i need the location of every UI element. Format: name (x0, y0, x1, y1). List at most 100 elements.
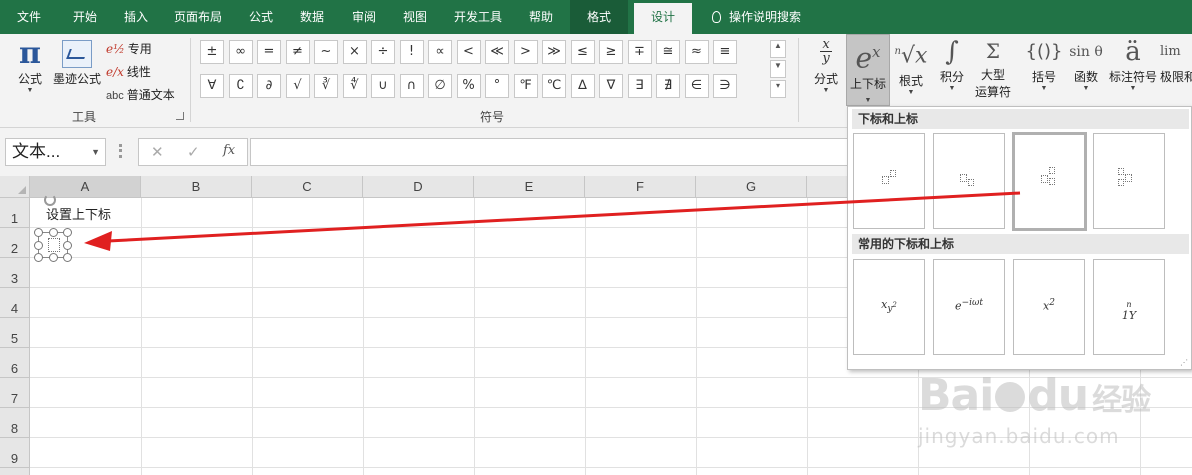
resize-handle[interactable] (49, 228, 58, 237)
formula-input[interactable] (250, 138, 850, 166)
symbol-button[interactable]: ∅ (428, 74, 452, 98)
common-script-3[interactable]: x2 (1013, 259, 1085, 355)
symbol-button[interactable]: ∜ (342, 74, 367, 98)
symbol-button[interactable]: ± (200, 40, 224, 64)
symbol-button[interactable]: × (342, 40, 367, 64)
column-header[interactable]: C (252, 176, 363, 198)
symbol-button[interactable]: ∋ (713, 74, 737, 98)
symbol-button[interactable]: ≥ (599, 40, 623, 64)
dialog-launcher-icon[interactable] (176, 112, 184, 120)
row-header[interactable]: 2 (0, 228, 30, 258)
symbol-button[interactable]: ∄ (656, 74, 680, 98)
column-header[interactable]: F (585, 176, 696, 198)
large-operator-button[interactable]: Σ 大型 运算符 (972, 36, 1014, 100)
resize-handle[interactable] (34, 253, 43, 262)
symbol-button[interactable]: ≫ (542, 40, 566, 64)
symbol-button[interactable]: ° (485, 74, 509, 98)
symbol-button[interactable]: ∂ (257, 74, 281, 98)
equation-button[interactable]: π 公式 ▼ (10, 38, 50, 95)
linear-button[interactable]: e/x 线性 (106, 63, 151, 81)
tab-help[interactable]: 帮助 (516, 0, 566, 34)
resize-handle[interactable] (34, 241, 43, 250)
column-header[interactable]: G (696, 176, 807, 198)
symbol-button[interactable]: ∁ (228, 74, 253, 98)
symbol-button[interactable]: ∈ (684, 74, 709, 98)
tab-file[interactable]: 文件 (0, 0, 58, 34)
accent-button[interactable]: ä 标注符号 ▼ (1108, 36, 1158, 93)
resize-handle[interactable] (34, 228, 43, 237)
common-script-4[interactable]: n 1Y (1093, 259, 1165, 355)
tab-insert[interactable]: 插入 (112, 0, 160, 34)
symbol-button[interactable]: ∆ (570, 74, 595, 98)
superscript-template[interactable] (853, 133, 925, 229)
tab-format[interactable]: 格式 (570, 0, 628, 34)
row-header[interactable]: 3 (0, 258, 30, 288)
row-header[interactable]: 5 (0, 318, 30, 348)
professional-button[interactable]: e½ 专用 (106, 40, 152, 58)
tab-review[interactable]: 审阅 (338, 0, 390, 34)
column-header[interactable]: E (474, 176, 585, 198)
scroll-down-icon[interactable]: ▼ (770, 60, 786, 78)
ink-equation-button[interactable]: 墨迹公式 (52, 38, 102, 87)
rotate-handle-icon[interactable] (44, 194, 56, 206)
tab-view[interactable]: 视图 (390, 0, 440, 34)
fraction-button[interactable]: xy 分式 ▼ (808, 36, 844, 95)
symbol-button[interactable]: % (456, 74, 481, 98)
tab-developer[interactable]: 开发工具 (440, 0, 516, 34)
symbol-button[interactable]: ∛ (314, 74, 338, 98)
function-button[interactable]: sin θ 函数 ▼ (1066, 36, 1106, 93)
cancel-icon[interactable]: ✕ (151, 143, 164, 161)
plain-text-button[interactable]: abc 普通文本 (106, 86, 175, 104)
scroll-up-icon[interactable]: ▲ (770, 40, 786, 58)
symbol-button[interactable]: ≅ (656, 40, 680, 64)
symbol-button[interactable]: < (456, 40, 481, 64)
row-header[interactable]: 4 (0, 288, 30, 318)
resize-handle[interactable] (49, 253, 58, 262)
symbol-button[interactable]: ≈ (684, 40, 709, 64)
equation-placeholder[interactable] (48, 238, 60, 252)
tab-home[interactable]: 开始 (58, 0, 112, 34)
row-header[interactable]: 8 (0, 408, 30, 438)
integral-button[interactable]: ∫ 积分 ▼ (934, 36, 970, 93)
row-header[interactable]: 10 (0, 468, 30, 475)
subscript-superscript-template[interactable] (1012, 132, 1087, 231)
bracket-button[interactable]: {()} 括号 ▼ (1022, 36, 1066, 93)
row-header[interactable]: 7 (0, 378, 30, 408)
symbol-button[interactable]: ∃ (627, 74, 652, 98)
equation-object[interactable] (34, 228, 72, 262)
resize-handle[interactable] (63, 241, 72, 250)
resize-grip-icon[interactable]: ⋰ (1180, 358, 1188, 367)
symbol-button[interactable]: ∓ (627, 40, 652, 64)
resize-handle[interactable] (63, 253, 72, 262)
symbol-button[interactable]: > (513, 40, 538, 64)
symbol-button[interactable]: ℉ (513, 74, 538, 98)
symbol-button[interactable]: ∪ (371, 74, 395, 98)
symbol-button[interactable]: ∩ (399, 74, 424, 98)
symbol-button[interactable]: ∀ (200, 74, 224, 98)
subscript-template[interactable] (933, 133, 1005, 229)
cell-a1[interactable]: 设置上下标 (46, 204, 111, 223)
symbol-button[interactable]: ≤ (570, 40, 595, 64)
column-header[interactable]: B (141, 176, 252, 198)
tell-me-search[interactable]: 操作说明搜索 (712, 0, 801, 34)
symbol-button[interactable]: ÷ (371, 40, 395, 64)
symbol-button[interactable]: ∞ (228, 40, 253, 64)
gallery-more-icon[interactable]: ▾ (770, 80, 786, 98)
select-all-corner[interactable] (0, 176, 30, 198)
script-button[interactable]: ex 上下标 ▼ (846, 34, 890, 106)
symbol-button[interactable]: ∝ (428, 40, 452, 64)
chevron-down-icon[interactable]: ▼ (91, 139, 100, 165)
limit-log-button[interactable]: lim 极限和 (1160, 36, 1192, 85)
row-header[interactable]: 9 (0, 438, 30, 468)
column-header[interactable]: D (363, 176, 474, 198)
tab-data[interactable]: 数据 (286, 0, 338, 34)
row-header[interactable]: 6 (0, 348, 30, 378)
radical-button[interactable]: n√x 根式 ▼ (892, 36, 930, 97)
tab-design[interactable]: 设计 (634, 3, 692, 34)
symbol-button[interactable]: = (257, 40, 281, 64)
insert-function-icon[interactable]: fx (223, 143, 235, 158)
symbol-button[interactable]: ~ (314, 40, 338, 64)
resize-handle[interactable] (63, 228, 72, 237)
symbol-button[interactable]: ℃ (542, 74, 566, 98)
symbol-button[interactable]: √ (285, 74, 310, 98)
